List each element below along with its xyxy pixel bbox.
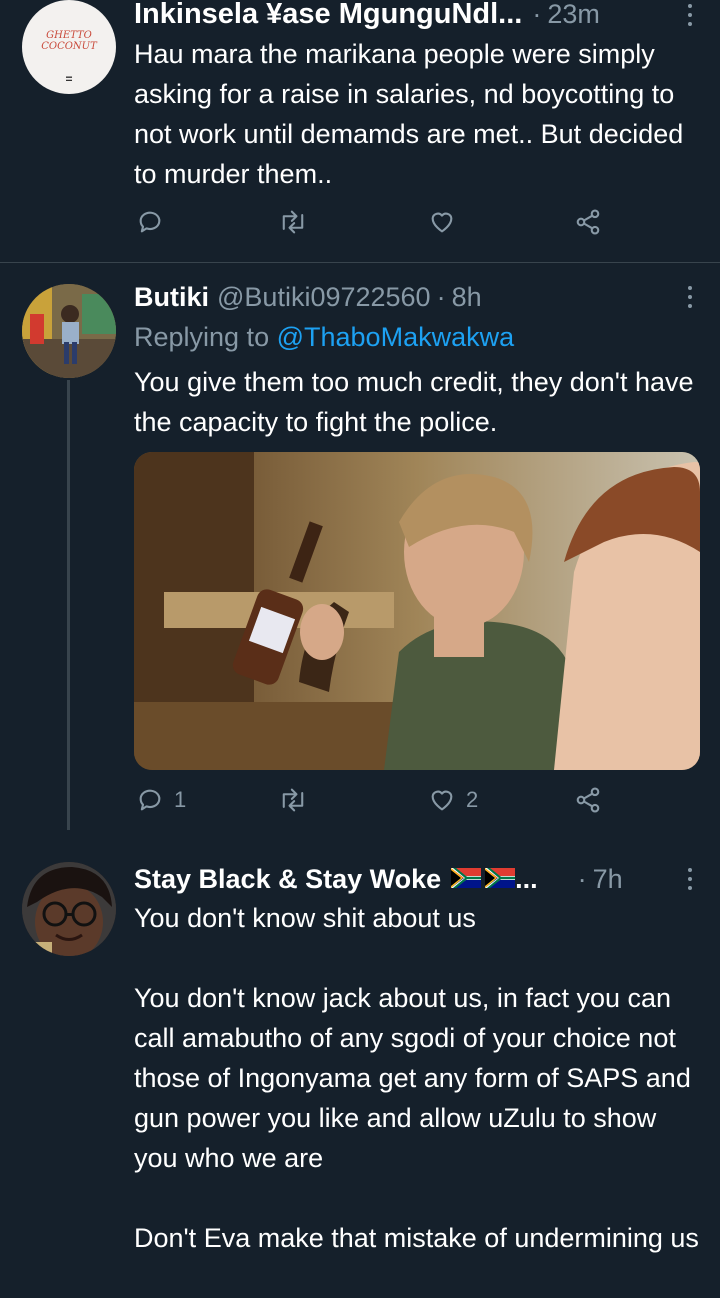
separator-dot: · bbox=[532, 0, 542, 29]
retweet-button[interactable] bbox=[278, 786, 308, 814]
share-button[interactable] bbox=[574, 786, 602, 814]
avatar[interactable]: GHETTO COCONUT = bbox=[22, 0, 116, 94]
more-icon[interactable] bbox=[686, 868, 694, 890]
like-icon bbox=[431, 790, 453, 811]
tweet-actions: 1 2 bbox=[134, 786, 614, 826]
tweet-text: You give them too much credit, they don'… bbox=[134, 367, 702, 437]
replying-prefix: Replying to bbox=[134, 322, 270, 352]
like-button[interactable]: 2 bbox=[428, 786, 478, 814]
reply-button[interactable] bbox=[136, 208, 164, 236]
retweet-icon bbox=[282, 788, 304, 812]
separator-dot: · bbox=[577, 864, 587, 894]
avatar[interactable] bbox=[22, 284, 116, 378]
like-count: 2 bbox=[466, 787, 479, 812]
display-name[interactable]: Butiki bbox=[134, 282, 209, 313]
tweet-header: Stay Black & Stay Woke ... · 7h bbox=[134, 864, 694, 895]
like-icon bbox=[431, 212, 453, 233]
more-icon[interactable] bbox=[686, 286, 694, 308]
reply-icon bbox=[139, 789, 161, 811]
tweet-1[interactable]: GHETTO COCONUT = Inkinsela ¥ase MgunguNd… bbox=[0, 0, 720, 262]
display-name[interactable]: Stay Black & Stay Woke bbox=[134, 864, 441, 895]
reply-button[interactable]: 1 bbox=[136, 786, 186, 814]
tweet-header: Butiki @Butiki09722560 · 8h bbox=[134, 282, 482, 313]
tweet-photo bbox=[134, 452, 700, 770]
south-africa-flag-icon bbox=[485, 868, 516, 888]
avatar-mark: = bbox=[65, 72, 73, 86]
tweet-text: Hau mara the marikana people were simply… bbox=[134, 39, 691, 189]
share-icon bbox=[576, 787, 600, 813]
share-icon bbox=[576, 209, 600, 235]
retweet-button[interactable] bbox=[278, 208, 308, 236]
timestamp[interactable]: 7h bbox=[593, 864, 623, 895]
display-name[interactable]: Inkinsela ¥ase MgunguNdl... bbox=[134, 0, 522, 31]
reply-count: 1 bbox=[174, 787, 187, 812]
more-icon[interactable] bbox=[686, 4, 694, 26]
like-button[interactable] bbox=[428, 208, 456, 236]
thread-line bbox=[67, 380, 70, 830]
tweet-header: Inkinsela ¥ase MgunguNdl... · 23m bbox=[134, 0, 600, 31]
avatar-photo bbox=[22, 862, 116, 956]
avatar-photo bbox=[22, 284, 116, 378]
reply-icon bbox=[139, 211, 161, 233]
avatar-logo: GHETTO COCONUT bbox=[41, 30, 97, 52]
timestamp[interactable]: 23m bbox=[547, 0, 600, 30]
avatar[interactable] bbox=[22, 862, 116, 956]
name-ellipsis: ... bbox=[515, 864, 538, 894]
tweet-text: You don't know shit about us You don't k… bbox=[134, 903, 699, 1253]
handle[interactable]: @Butiki09722560 bbox=[217, 282, 431, 313]
replying-to-mention[interactable]: @ThaboMakwakwa bbox=[277, 322, 515, 352]
replying-to: Replying to @ThaboMakwakwa bbox=[134, 322, 514, 353]
timestamp[interactable]: 8h bbox=[452, 282, 482, 313]
share-button[interactable] bbox=[574, 208, 602, 236]
retweet-icon bbox=[282, 210, 304, 234]
tweet-actions bbox=[134, 208, 614, 248]
separator-dot: · bbox=[436, 282, 446, 312]
south-africa-flag-icon bbox=[451, 868, 482, 888]
tweet-image[interactable] bbox=[134, 452, 700, 770]
